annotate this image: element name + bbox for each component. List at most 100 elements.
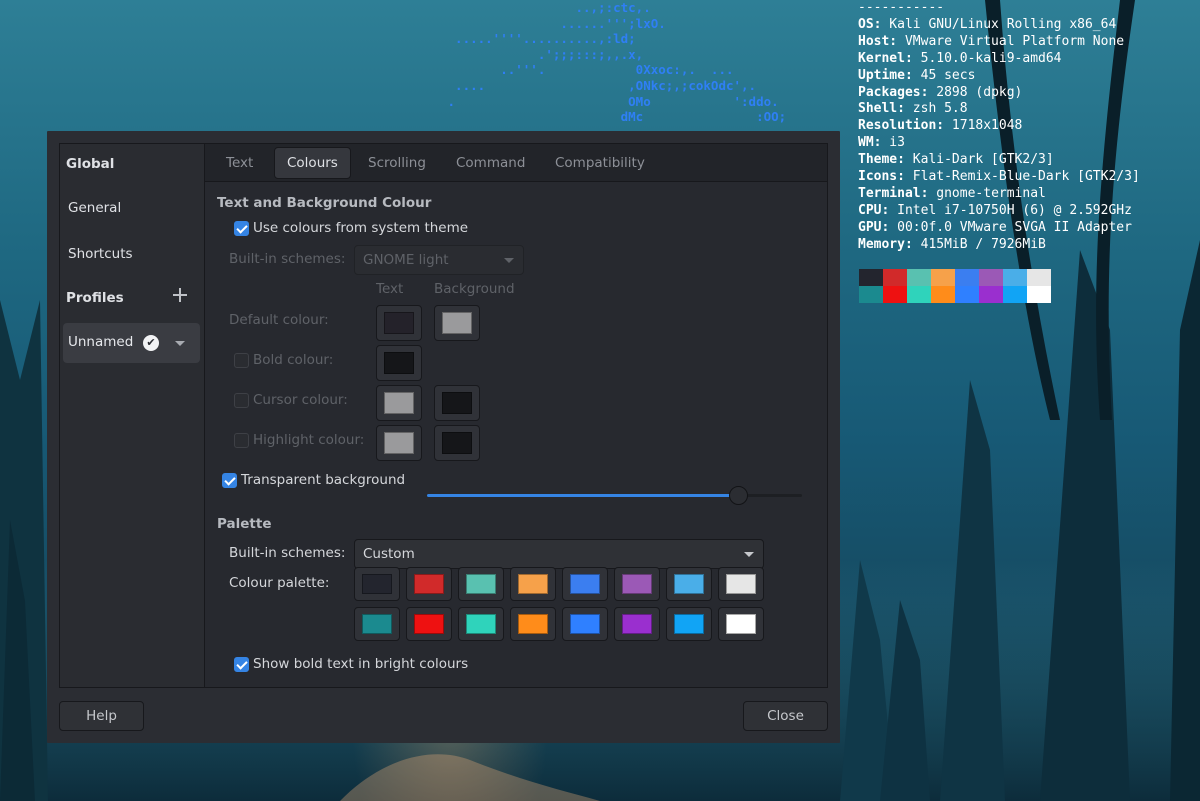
default-background-colour-button[interactable] (434, 305, 480, 341)
sidebar-item-profile[interactable]: Unnamed ✔ (63, 323, 200, 363)
section-title-text-background: Text and Background Colour (217, 195, 432, 211)
neofetch-color-block (1003, 286, 1027, 303)
close-button[interactable]: Close (743, 701, 828, 731)
sysinfo-line: Packages: 2898 (dpkg) (858, 85, 1022, 100)
sysinfo-value: i3 (889, 135, 905, 151)
palette-colour-fill (414, 614, 444, 634)
sysinfo-line: Host: VMware Virtual Platform None (858, 34, 1124, 49)
palette-colour-button-6[interactable] (666, 567, 712, 601)
sysinfo-key: Packages: (858, 84, 929, 100)
sidebar-item-general[interactable]: General (68, 200, 121, 216)
neofetch-ascii-logo: ..,;:ctc,. ......''';lxO. .....''''.....… (440, 0, 787, 125)
column-header-text: Text (376, 281, 404, 297)
cursor-background-colour-button[interactable] (434, 385, 480, 421)
palette-colour-button-3[interactable] (510, 567, 556, 601)
palette-colour-button-11[interactable] (510, 607, 556, 641)
neofetch-color-block (883, 286, 907, 303)
sysinfo-line: Theme: Kali-Dark [GTK2/3] (858, 152, 1054, 167)
profile-menu-chevron-icon[interactable] (175, 341, 185, 346)
sysinfo-value: Flat-Remix-Blue-Dark [GTK2/3] (912, 169, 1140, 185)
sysinfo-line: Memory: 415MiB / 7926MiB (858, 237, 1046, 252)
palette-colour-fill (414, 574, 444, 594)
sysinfo-key: Resolution: (858, 118, 945, 134)
neofetch-color-block (1003, 269, 1027, 286)
sysinfo-key: OS: (858, 16, 882, 32)
bold-text-colour-button[interactable] (376, 345, 422, 381)
transparency-slider-handle[interactable] (729, 486, 749, 505)
neofetch-color-block (979, 286, 1003, 303)
neofetch-color-block (859, 269, 883, 286)
column-header-background: Background (434, 281, 515, 297)
sysinfo-value: gnome-terminal (936, 185, 1046, 201)
palette-colour-button-4[interactable] (562, 567, 608, 601)
neofetch-color-block (955, 286, 979, 303)
sysinfo-value: Intel i7-10750H (6) @ 2.592GHz (897, 202, 1132, 218)
bold-bright-label: Show bold text in bright colours (253, 656, 469, 672)
neofetch-color-block (979, 269, 1003, 286)
use-system-theme-checkbox[interactable] (234, 221, 249, 236)
neofetch-color-block (931, 269, 955, 286)
bold-colour-checkbox[interactable] (234, 353, 249, 368)
preferences-dialog: Global General Shortcuts Profiles Unname… (47, 131, 840, 743)
sysinfo-value: 1718x1048 (951, 118, 1023, 134)
palette-colour-button-1[interactable] (406, 567, 452, 601)
tab-bar: Text Colours Scrolling Command Compatibi… (205, 144, 827, 182)
palette-colour-button-8[interactable] (354, 607, 400, 641)
palette-colour-button-15[interactable] (718, 607, 764, 641)
neofetch-color-block (955, 269, 979, 286)
sysinfo-value: 5.10.0-kali9-amd64 (920, 50, 1062, 66)
tab-command[interactable]: Command (444, 147, 537, 179)
palette-colour-button-2[interactable] (458, 567, 504, 601)
tab-scrolling[interactable]: Scrolling (356, 147, 438, 179)
cursor-colour-checkbox[interactable] (234, 393, 249, 408)
highlight-colour-checkbox[interactable] (234, 433, 249, 448)
transparency-slider[interactable] (427, 486, 802, 505)
default-text-colour-button[interactable] (376, 305, 422, 341)
builtin-schemes-value: GNOME light (363, 252, 449, 268)
ascii-line: .....''''..........,:ld; (455, 31, 636, 47)
palette-colour-button-10[interactable] (458, 607, 504, 641)
sysinfo-key: Icons: (858, 169, 905, 185)
sysinfo-key: Shell: (858, 101, 905, 117)
transparent-background-checkbox[interactable] (222, 473, 237, 488)
sysinfo-line: Resolution: 1718x1048 (858, 118, 1022, 133)
palette-colour-button-9[interactable] (406, 607, 452, 641)
colour-palette-label: Colour palette: (229, 575, 330, 591)
palette-colour-button-13[interactable] (614, 607, 660, 641)
sidebar-item-shortcuts[interactable]: Shortcuts (68, 246, 133, 262)
neofetch-color-block (883, 269, 907, 286)
help-button[interactable]: Help (59, 701, 144, 731)
palette-colour-button-0[interactable] (354, 567, 400, 601)
sysinfo-value: VMware Virtual Platform None (904, 33, 1125, 49)
ascii-line: ......''';lxO. (560, 15, 666, 31)
section-title-palette: Palette (217, 516, 272, 532)
add-profile-icon[interactable] (172, 287, 188, 303)
highlight-background-colour-button[interactable] (434, 425, 480, 461)
sysinfo-key: Memory: (858, 236, 913, 252)
builtin-schemes-combo[interactable]: GNOME light (354, 245, 524, 275)
cursor-text-colour-button[interactable] (376, 385, 422, 421)
palette-colour-button-12[interactable] (562, 607, 608, 641)
ascii-line: ..,;:ctc,. (575, 0, 651, 15)
tab-text[interactable]: Text (214, 147, 265, 179)
sysinfo-line: OS: Kali GNU/Linux Rolling x86_64 (858, 17, 1116, 32)
ascii-line: . OMo ':ddo. (447, 93, 779, 109)
sysinfo-key: Kernel: (858, 50, 913, 66)
sysinfo-line: Shell: zsh 5.8 (858, 101, 968, 116)
palette-schemes-value: Custom (363, 546, 415, 562)
tab-compatibility[interactable]: Compatibility (543, 147, 657, 179)
highlight-text-colour-button[interactable] (376, 425, 422, 461)
sysinfo-line: Uptime: 45 secs (858, 68, 975, 83)
neofetch-color-block (859, 286, 883, 303)
sysinfo-value: 2898 (dpkg) (936, 84, 1023, 100)
bold-bright-checkbox[interactable] (234, 657, 249, 672)
chevron-down-icon (504, 258, 514, 263)
palette-schemes-combo[interactable]: Custom (354, 539, 764, 569)
palette-colour-button-7[interactable] (718, 567, 764, 601)
palette-colour-fill (362, 614, 392, 634)
palette-colour-button-14[interactable] (666, 607, 712, 641)
ascii-line: ..'''. 0Xxoc:,. ... (500, 62, 734, 78)
palette-colour-button-5[interactable] (614, 567, 660, 601)
tab-colours[interactable]: Colours (274, 147, 351, 179)
sysinfo-value: 415MiB / 7926MiB (920, 236, 1046, 252)
